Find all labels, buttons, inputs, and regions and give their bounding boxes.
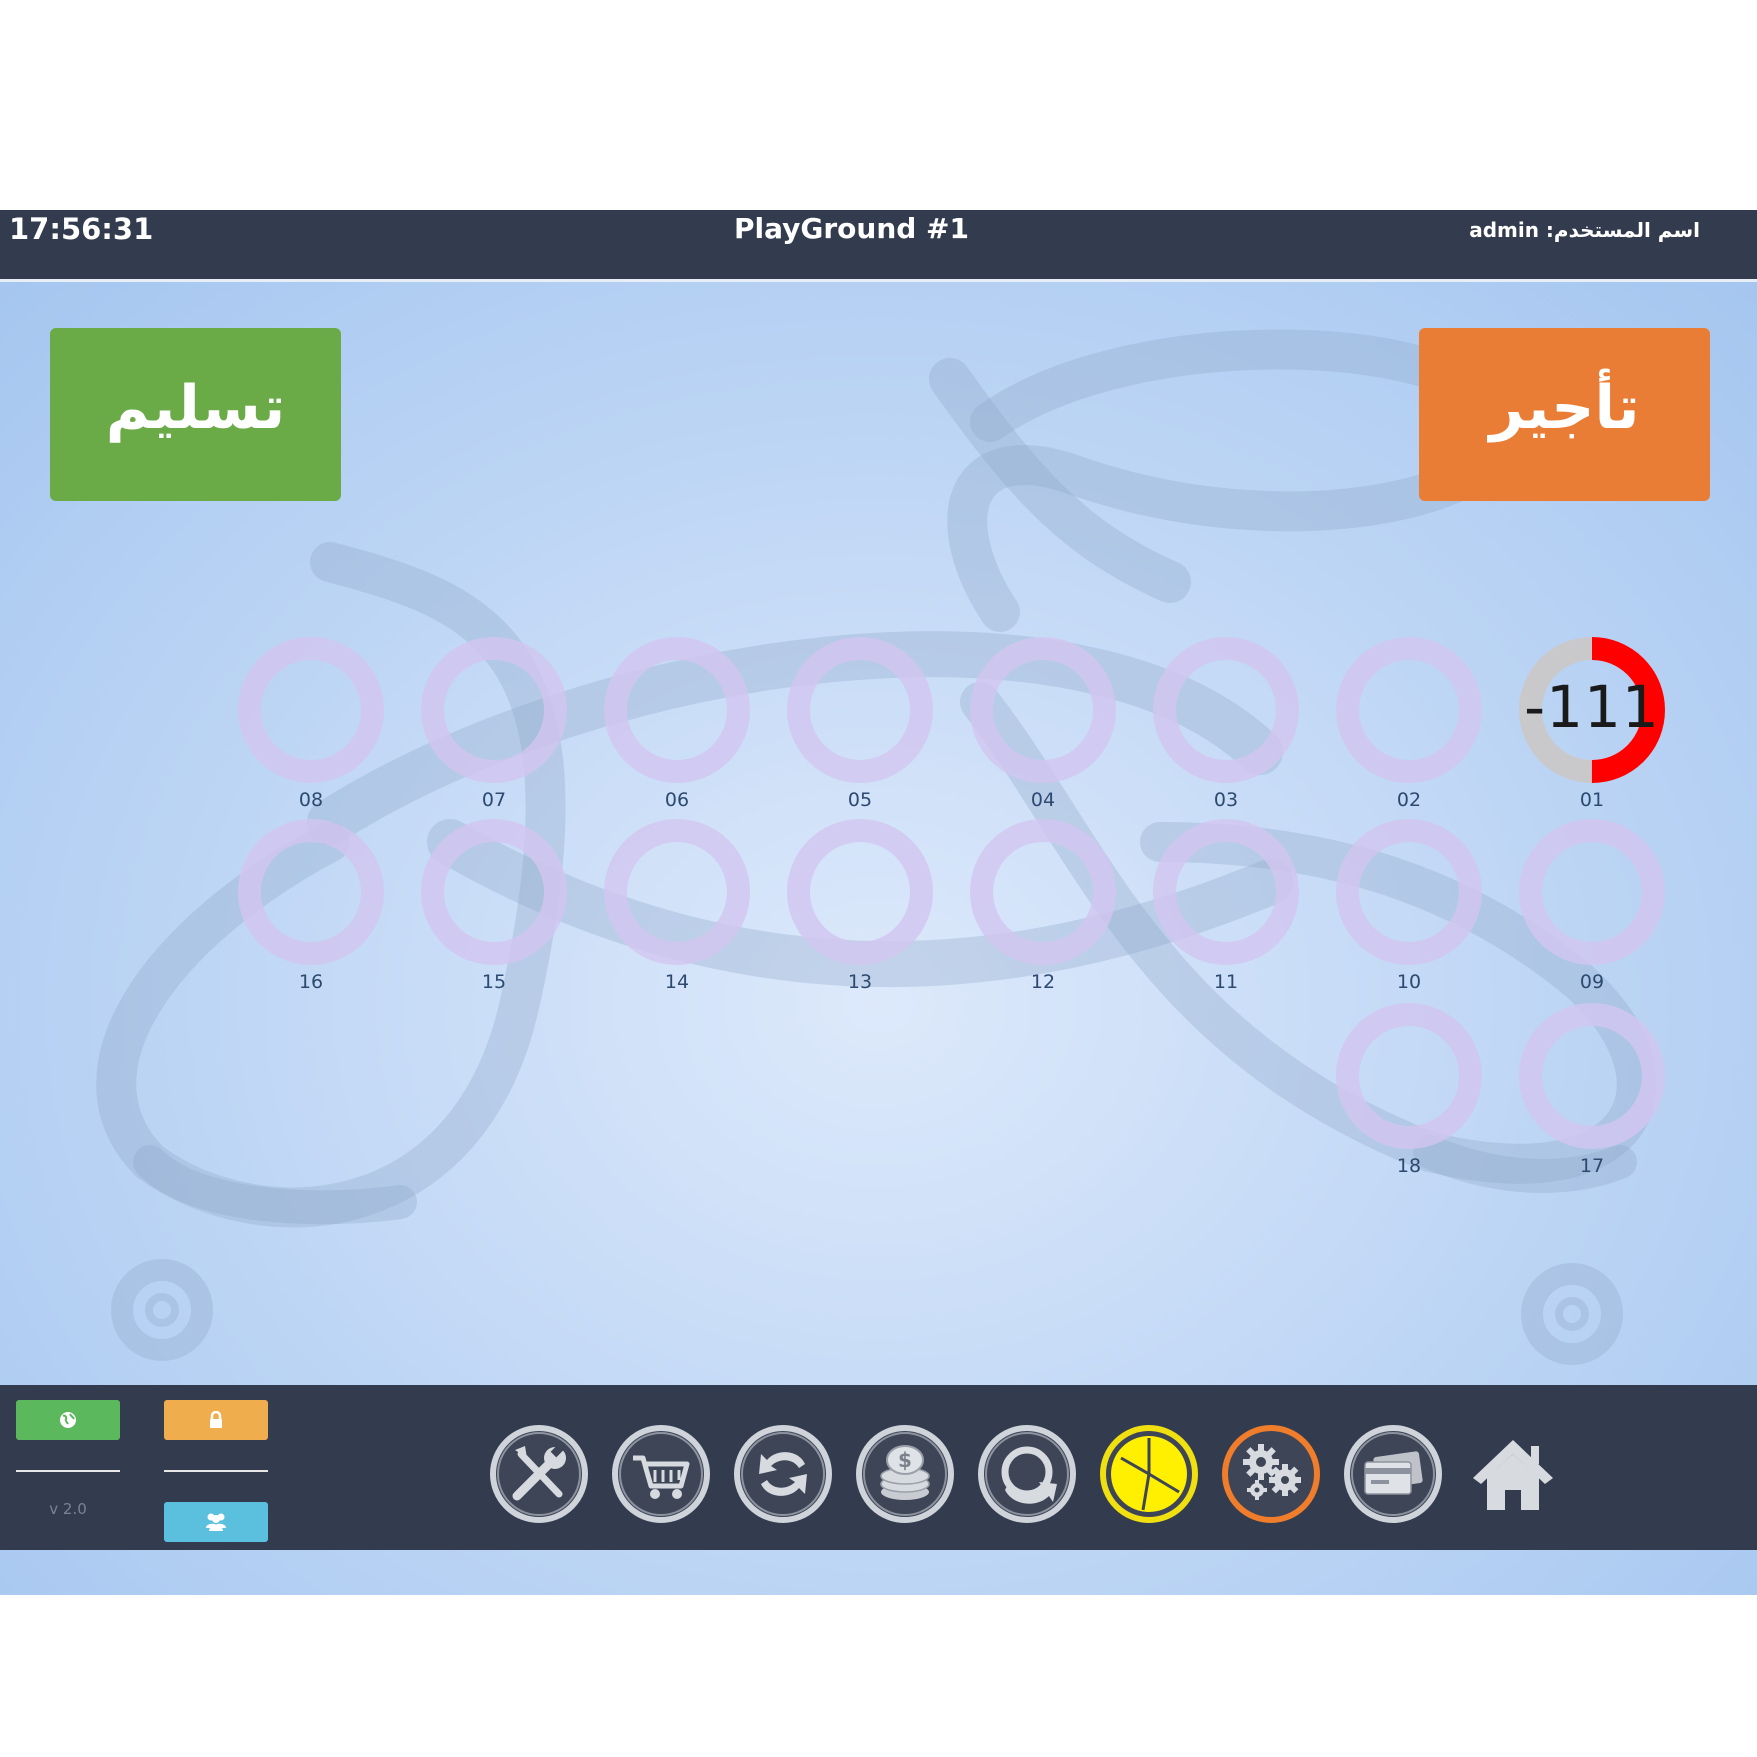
slot-12[interactable]: 12 — [970, 819, 1116, 999]
slot-15[interactable]: 15 — [421, 819, 567, 999]
slot-13[interactable]: 13 — [787, 819, 933, 999]
users-icon — [206, 1513, 226, 1531]
maintenance-button[interactable] — [489, 1424, 589, 1524]
top-bar: 17:56:31 PlayGround #1 اسم المستخدم: adm… — [0, 210, 1757, 282]
slot-ring — [1153, 637, 1299, 783]
slot-ring — [1519, 819, 1665, 965]
slot-ring — [1519, 1003, 1665, 1149]
svg-text:$: $ — [898, 1448, 912, 1472]
settings-button[interactable] — [1221, 1424, 1321, 1524]
slot-number: 15 — [481, 971, 507, 993]
divider — [164, 1470, 268, 1472]
slot-04[interactable]: 04 — [970, 637, 1116, 817]
slot-number: 12 — [1030, 971, 1056, 993]
version-label: v 2.0 — [49, 1500, 87, 1518]
slot-number: 14 — [664, 971, 690, 993]
slot-ring — [1336, 819, 1482, 965]
slot-counter: 111- — [1524, 673, 1660, 741]
slot-18[interactable]: 18 — [1336, 1003, 1482, 1183]
slot-ring — [604, 637, 750, 783]
slot-ring — [970, 819, 1116, 965]
cart-icon — [612, 1425, 710, 1523]
home-button[interactable] — [1463, 1424, 1563, 1524]
slot-number: 04 — [1030, 789, 1056, 811]
slot-ring — [421, 819, 567, 965]
slot-07[interactable]: 07 — [421, 637, 567, 817]
lock-icon — [210, 1411, 222, 1428]
slot-number: 16 — [298, 971, 324, 993]
slot-ring — [238, 819, 384, 965]
slot-ring — [1153, 819, 1299, 965]
slot-number: 01 — [1579, 789, 1605, 811]
slot-14[interactable]: 14 — [604, 819, 750, 999]
exchange-button[interactable] — [733, 1424, 833, 1524]
slot-number: 08 — [298, 789, 324, 811]
slot-ring — [604, 819, 750, 965]
slot-17[interactable]: 17 — [1519, 1003, 1665, 1183]
slot-08[interactable]: 08 — [238, 637, 384, 817]
slot-06[interactable]: 06 — [604, 637, 750, 817]
rent-button[interactable]: تأجير — [1419, 328, 1710, 501]
slot-03[interactable]: 03 — [1153, 637, 1299, 817]
app-window: 17:56:31 PlayGround #1 اسم المستخدم: adm… — [0, 210, 1757, 1595]
slot-number: 05 — [847, 789, 873, 811]
slot-number: 09 — [1579, 971, 1605, 993]
payments-button[interactable] — [1343, 1424, 1443, 1524]
slot-02[interactable]: 02 — [1336, 637, 1482, 817]
cart-button[interactable] — [611, 1424, 711, 1524]
slot-number: 02 — [1396, 789, 1422, 811]
slot-ring — [787, 819, 933, 965]
slot-number: 11 — [1213, 971, 1239, 993]
language-button[interactable] — [16, 1400, 120, 1440]
page-title: PlayGround #1 — [733, 212, 970, 245]
tools-icon — [490, 1425, 588, 1523]
slot-number: 18 — [1396, 1155, 1422, 1177]
slot-number: 10 — [1396, 971, 1422, 993]
divider — [16, 1470, 120, 1472]
redo-button[interactable] — [977, 1424, 1077, 1524]
user-label: اسم المستخدم: admin — [1469, 218, 1700, 242]
slot-ring — [1336, 637, 1482, 783]
slot-number: 17 — [1579, 1155, 1605, 1177]
slot-05[interactable]: 05 — [787, 637, 933, 817]
gears-icon — [1222, 1425, 1320, 1523]
slot-ring — [787, 637, 933, 783]
slot-ring — [421, 637, 567, 783]
exchange-icon — [734, 1425, 832, 1523]
slot-16[interactable]: 16 — [238, 819, 384, 999]
globe-icon — [60, 1412, 76, 1428]
slot-number: 07 — [481, 789, 507, 811]
slot-ring — [1336, 1003, 1482, 1149]
slot-11[interactable]: 11 — [1153, 819, 1299, 999]
slot-ring — [970, 637, 1116, 783]
slot-number: 13 — [847, 971, 873, 993]
slot-01[interactable]: 111- 01 — [1519, 637, 1665, 817]
credit-cards-icon — [1344, 1425, 1442, 1523]
pie-chart-icon — [1100, 1425, 1198, 1523]
lock-button[interactable] — [164, 1400, 268, 1440]
slot-10[interactable]: 10 — [1336, 819, 1482, 999]
deliver-button[interactable]: تسليم — [50, 328, 341, 501]
slot-number: 03 — [1213, 789, 1239, 811]
cash-button[interactable]: $ — [855, 1424, 955, 1524]
bottom-toolbar: v 2.0 $ — [0, 1385, 1757, 1550]
slot-09[interactable]: 09 — [1519, 819, 1665, 999]
reports-button[interactable] — [1099, 1424, 1199, 1524]
home-icon — [1473, 1440, 1553, 1510]
coins-icon: $ — [856, 1425, 954, 1523]
redo-icon — [978, 1425, 1076, 1523]
slot-ring — [238, 637, 384, 783]
users-button[interactable] — [164, 1502, 268, 1542]
slot-number: 06 — [664, 789, 690, 811]
